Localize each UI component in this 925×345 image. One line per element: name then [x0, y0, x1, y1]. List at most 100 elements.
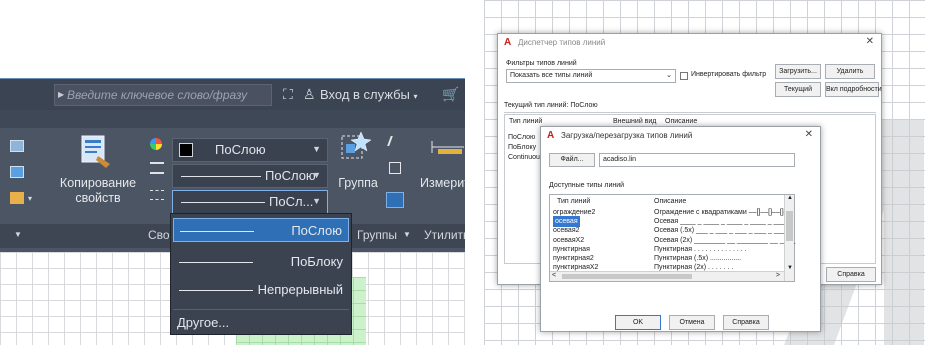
divider — [504, 112, 876, 113]
close-icon[interactable]: ✕ — [805, 129, 813, 140]
measure-icon[interactable] — [430, 138, 465, 156]
chevron-down-icon: ▾ — [413, 92, 418, 101]
cancel-button[interactable]: Отмена — [669, 315, 715, 330]
file-path-field[interactable]: acadiso.lin — [599, 153, 795, 167]
measure-label: Измерить — [420, 176, 465, 190]
dropdown-item-label: ПоСлою — [291, 223, 342, 238]
chevron-down-icon: ▼ — [312, 196, 321, 206]
lineweight-icon[interactable] — [150, 162, 164, 174]
line-sample — [181, 176, 261, 177]
current-linetype: Текущий тип линий: ПоСлою — [504, 102, 598, 109]
current-button[interactable]: Текущий — [775, 82, 821, 97]
delete-button[interactable]: Удалить — [825, 64, 875, 79]
measure-button[interactable]: Измерить — [420, 176, 465, 191]
help-button[interactable]: Справка — [723, 315, 769, 330]
search-input[interactable]: ▶ Введите ключевое слово/фразу — [54, 84, 272, 106]
current-linetype-value: ПоСлою — [570, 102, 598, 109]
scroll-thumb[interactable] — [562, 274, 692, 279]
show-details-button[interactable]: Вкл подробности — [825, 82, 882, 97]
dialog-title-bar: A Загрузка/перезагрузка типов линий ✕ — [541, 127, 820, 143]
horizontal-scrollbar[interactable]: < > — [550, 271, 784, 281]
filter-group-label: Фильтры типов линий — [506, 60, 577, 67]
file-button[interactable]: Файл... — [549, 153, 595, 167]
dropdown-item-label: Непрерывный — [257, 282, 343, 297]
dropdown-item-continuous[interactable]: Непрерывный — [173, 278, 349, 302]
linetype-dropdown: ПоСлою ПоБлоку Непрерывный Другое... — [170, 213, 352, 335]
available-linetypes-list[interactable]: Тип линий Описание ограждение2 Ограждение… — [549, 194, 795, 282]
linetype-row[interactable]: ПоБлоку — [508, 144, 536, 151]
chevron-down-icon: ▾ — [28, 194, 33, 203]
group-button[interactable]: Группа — [330, 176, 386, 191]
panel-label-utilities[interactable]: Утилиты — [424, 228, 465, 242]
filter-select-value: Показать все типы линий — [510, 72, 593, 79]
lineweight-combo-value: ПоСлою — [265, 168, 316, 183]
list-header: Тип линий Описание — [551, 196, 783, 207]
chevron-down-icon: ▼ — [312, 144, 321, 154]
copy-properties-button[interactable]: Копирование свойств — [58, 176, 138, 206]
column-header-linetype[interactable]: Тип линий — [509, 118, 542, 125]
chevron-down-icon: ▼ — [312, 170, 321, 180]
cart-icon[interactable]: 🛒 — [442, 86, 459, 103]
chevron-down-icon: ▼ — [14, 230, 22, 239]
layer-tool-icon[interactable] — [10, 140, 24, 152]
invert-filter-checkbox[interactable] — [680, 72, 688, 80]
linetype-row[interactable]: ПоСлою — [508, 134, 535, 141]
search-placeholder: Введите ключевое слово/фразу — [67, 88, 248, 102]
column-header-linetype[interactable]: Тип линий — [557, 196, 590, 207]
available-linetypes-label: Доступные типы линий — [549, 182, 625, 189]
linetype-icon[interactable] — [150, 190, 164, 200]
panel-label-groups[interactable]: Группы — [357, 228, 397, 242]
load-linetypes-dialog: A Загрузка/перезагрузка типов линий ✕ Фа… — [540, 126, 821, 332]
linetype-row[interactable]: Continuous — [508, 154, 543, 161]
user-icon[interactable]: ♙ — [303, 86, 316, 103]
autocad-logo-icon: A — [547, 130, 555, 141]
scroll-thumb[interactable] — [786, 211, 793, 241]
layer-state-icon[interactable] — [10, 192, 24, 204]
close-icon[interactable]: ✕ — [866, 36, 874, 47]
chevron-left-icon[interactable]: < — [552, 272, 556, 279]
ungroup-icon[interactable] — [387, 136, 403, 146]
match-properties-icon[interactable] — [80, 134, 112, 170]
line-sample — [180, 231, 254, 232]
dropdown-item-label: ПоБлоку — [290, 254, 343, 269]
color-combo[interactable]: ПоСлою ▼ — [172, 138, 328, 162]
ok-button[interactable]: OK — [615, 315, 661, 330]
linetype-combo[interactable]: ПоСл... ▼ — [172, 190, 328, 214]
group-edit-icon[interactable] — [389, 162, 401, 174]
filter-select[interactable]: Показать все типы линий ⌄ — [506, 69, 676, 83]
search-expand-icon[interactable]: ▶ — [58, 85, 64, 105]
current-linetype-label: Текущий тип линий: — [504, 102, 569, 109]
group-select-icon[interactable] — [386, 192, 404, 208]
copy-properties-label-1: Копирование — [59, 176, 137, 190]
line-sample — [179, 290, 253, 291]
group-icon[interactable] — [339, 130, 373, 164]
dialog-title: Загрузка/перезагрузка типов линий — [561, 131, 693, 140]
chevron-down-icon[interactable]: ▼ — [787, 265, 793, 271]
chevron-right-icon[interactable]: > — [776, 272, 780, 279]
help-button[interactable]: Справка — [826, 267, 876, 282]
autocad-logo-icon: A — [504, 37, 512, 48]
linetype-combo-value: ПоСл... — [269, 194, 314, 209]
signin-label: Вход в службы — [320, 87, 410, 102]
column-header-appearance[interactable]: Внешний вид — [613, 118, 656, 125]
dropdown-item-byblock[interactable]: ПоБлоку — [173, 250, 349, 274]
column-header-description[interactable]: Описание — [654, 196, 686, 207]
dropdown-item-label: Другое... — [177, 315, 230, 330]
dialog-title: Диспетчер типов линий — [518, 38, 606, 47]
autocad-ribbon-screenshot: ▶ Введите ключевое слово/фразу ⛶ ♙ Вход … — [0, 0, 465, 345]
vertical-scrollbar[interactable]: ▲ ▼ — [784, 195, 794, 281]
color-swatch — [179, 143, 193, 157]
column-header-description[interactable]: Описание — [665, 118, 697, 125]
color-combo-value: ПоСлою — [215, 142, 266, 157]
lineweight-combo[interactable]: ПоСлою ▼ — [172, 164, 328, 188]
dialog-title-bar: A Диспетчер типов линий ✕ — [498, 34, 881, 50]
layer-match-icon[interactable] — [10, 166, 24, 178]
dropdown-item-bylayer[interactable]: ПоСлою — [173, 218, 349, 242]
color-wheel-icon[interactable] — [150, 138, 162, 150]
dropdown-item-other[interactable]: Другое... — [173, 311, 349, 335]
signin-menu[interactable]: Вход в службы ▾ — [320, 87, 418, 102]
chevron-up-icon[interactable]: ▲ — [787, 195, 793, 201]
load-button[interactable]: Загрузить... — [775, 64, 821, 79]
linetype-manager-screenshot: A Диспетчер типов линий ✕ Фильтры типов … — [484, 0, 925, 345]
binoculars-icon[interactable]: ⛶ — [283, 86, 293, 103]
